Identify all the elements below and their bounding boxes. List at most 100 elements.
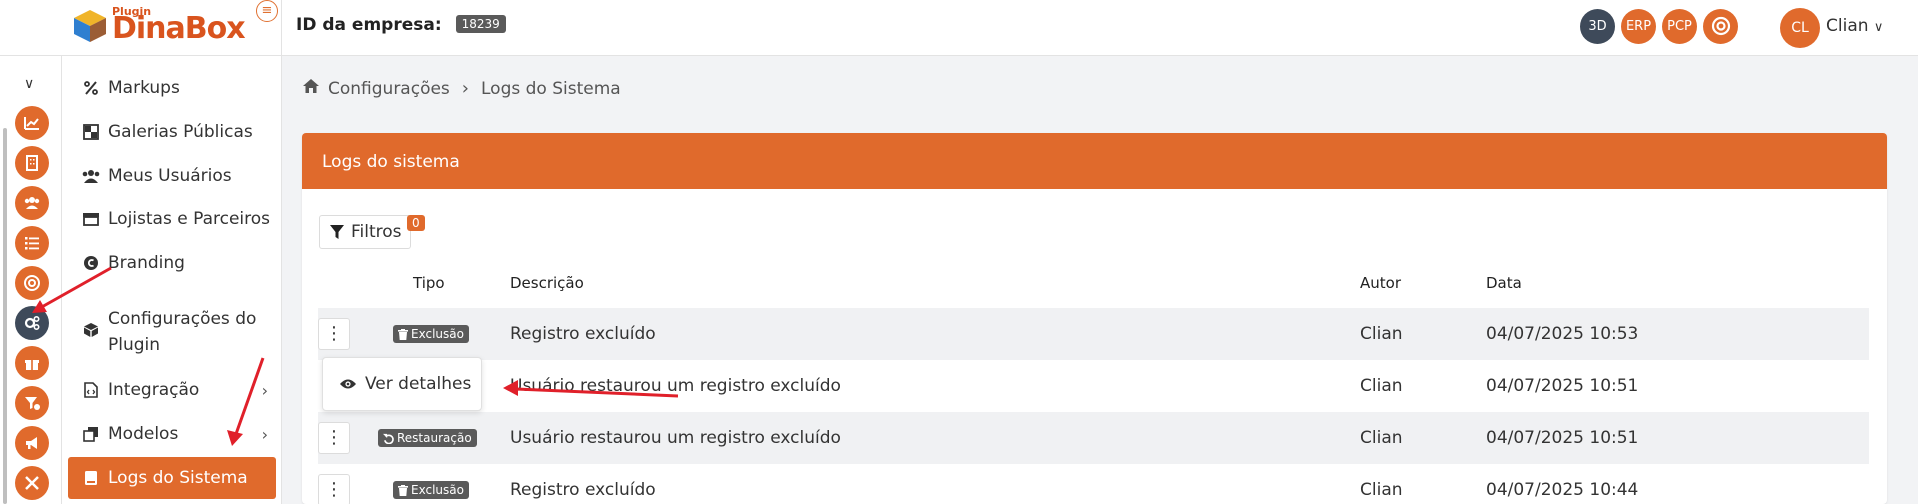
type-label: Restauração [397, 431, 472, 445]
table-row: Usuário restaurou um registro excluído C… [318, 360, 1869, 412]
menu-item-galerias[interactable]: Galerias Públicas [68, 118, 276, 146]
author-cell: Clian [1360, 376, 1403, 396]
column-header-descricao: Descrição [510, 274, 584, 292]
store-icon [80, 208, 102, 230]
list-icon[interactable] [15, 226, 49, 260]
gallery-icon [80, 121, 102, 143]
date-cell: 04/07/2025 10:53 [1486, 324, 1639, 344]
description-cell: Usuário restaurou um registro excluído [510, 376, 841, 396]
row-actions-button[interactable]: ⋮ [318, 422, 350, 454]
menu-item-label: Galerias Públicas [108, 122, 253, 142]
breadcrumb: Configurações › Logs do Sistema [302, 78, 621, 99]
column-header-autor: Autor [1360, 274, 1401, 292]
box-icon [80, 319, 102, 341]
company-info: ID da empresa: 18239 [296, 15, 506, 35]
menu-item-label: Modelos [108, 424, 179, 444]
author-cell: Clian [1360, 324, 1403, 344]
view-details-menu-item[interactable]: Ver detalhes [322, 357, 482, 411]
megaphone-icon[interactable] [15, 426, 49, 460]
description-cell: Usuário restaurou um registro excluído [510, 428, 841, 448]
row-actions-button[interactable]: ⋮ [318, 474, 350, 504]
card-title: Logs do sistema [302, 133, 1887, 189]
pcp-button[interactable]: PCP [1662, 9, 1697, 44]
percent-icon [80, 77, 102, 99]
eye-icon [339, 378, 357, 390]
top-bar: Plugin DinaBox ≡ ID da empresa: 18239 3D… [0, 0, 1918, 56]
description-cell: Registro excluído [510, 480, 656, 500]
menu-item-lojistas[interactable]: Lojistas e Parceiros [68, 205, 276, 233]
author-cell: Clian [1360, 428, 1403, 448]
chevron-right-icon: › [261, 424, 268, 444]
gears-icon[interactable] [15, 306, 49, 340]
chevron-right-icon: › [261, 380, 268, 400]
user-name: Clian [1826, 16, 1869, 36]
tools-icon[interactable] [15, 466, 49, 500]
filters-count-badge: 0 [407, 215, 425, 231]
menu-item-configuracoes-plugin[interactable]: Configurações do Plugin [68, 306, 276, 355]
3d-button[interactable]: 3D [1580, 9, 1615, 44]
icon-rail: ∨ [0, 56, 62, 504]
menu-item-label: Markups [108, 78, 180, 98]
user-menu[interactable]: Clian ∨ [1826, 16, 1883, 36]
trash-icon [398, 328, 408, 340]
menu-item-usuarios[interactable]: Meus Usuários [68, 162, 276, 190]
date-cell: 04/07/2025 10:44 [1486, 480, 1639, 500]
filters-label: Filtros [351, 222, 402, 242]
rail-scrollbar[interactable] [3, 128, 7, 504]
chevron-right-icon: › [461, 78, 469, 99]
chevron-down-icon: ∨ [1873, 20, 1884, 35]
logo-cube-icon [74, 10, 106, 42]
target-button[interactable] [1703, 9, 1738, 44]
filter-icon[interactable] [15, 386, 49, 420]
undo-icon [383, 433, 394, 444]
menu-item-label: Configurações do Plugin [108, 309, 257, 355]
menu-item-modelos[interactable]: Modelos › [68, 420, 276, 448]
logs-card: Logs do sistema Filtros 0 Tipo Descrição… [302, 133, 1887, 504]
menu-item-logs-sistema[interactable]: Logs do Sistema [68, 457, 276, 499]
menu-item-label: Integração [108, 380, 200, 400]
breadcrumb-current: Logs do Sistema [481, 78, 621, 99]
chevron-down-icon[interactable]: ∨ [24, 76, 34, 92]
user-avatar[interactable]: CL [1780, 8, 1820, 48]
users-icon [80, 165, 102, 187]
type-badge: Exclusão [393, 325, 469, 343]
type-badge: Exclusão [393, 481, 469, 499]
erp-button[interactable]: ERP [1621, 9, 1656, 44]
collapse-menu-button[interactable]: ≡ [256, 0, 278, 22]
company-label: ID da empresa: [296, 15, 442, 35]
view-details-label: Ver detalhes [365, 374, 472, 394]
logo-area: Plugin DinaBox ≡ [0, 0, 282, 56]
menu-item-integracao[interactable]: Integração › [68, 376, 276, 404]
breadcrumb-parent[interactable]: Configurações [328, 79, 450, 99]
settings-menu: Markups Galerias Públicas Meus Usuários … [62, 56, 282, 504]
file-code-icon [80, 379, 102, 401]
trash-icon [398, 484, 408, 496]
support-icon[interactable] [15, 266, 49, 300]
date-cell: 04/07/2025 10:51 [1486, 376, 1639, 396]
menu-item-label: Logs do Sistema [108, 468, 248, 488]
menu-item-markups[interactable]: Markups [68, 74, 276, 102]
type-label: Exclusão [411, 327, 464, 341]
book-icon [80, 467, 102, 489]
menu-item-label: Branding [108, 253, 185, 273]
table-row: ⋮ Exclusão Registro excluído Clian 04/07… [318, 464, 1869, 504]
company-id-badge: 18239 [455, 15, 506, 33]
home-icon[interactable] [302, 78, 320, 99]
menu-item-branding[interactable]: Branding [68, 249, 276, 277]
table-row: ⋮ Exclusão Registro excluído Clian 04/07… [318, 308, 1869, 360]
chart-icon[interactable] [15, 106, 49, 140]
menu-item-label: Lojistas e Parceiros [108, 209, 271, 229]
users-icon[interactable] [15, 186, 49, 220]
table-row: ⋮ Restauração Usuário restaurou um regis… [318, 412, 1869, 464]
filter-icon [329, 224, 345, 240]
row-actions-button[interactable]: ⋮ [318, 318, 350, 350]
clone-icon [80, 423, 102, 445]
type-label: Exclusão [411, 483, 464, 497]
building-icon[interactable] [15, 146, 49, 180]
copyright-icon [80, 252, 102, 274]
column-header-data: Data [1486, 274, 1522, 292]
filters-button[interactable]: Filtros [319, 215, 411, 249]
target-icon [1711, 16, 1730, 36]
gift-icon[interactable] [15, 346, 49, 380]
type-badge: Restauração [378, 429, 477, 447]
